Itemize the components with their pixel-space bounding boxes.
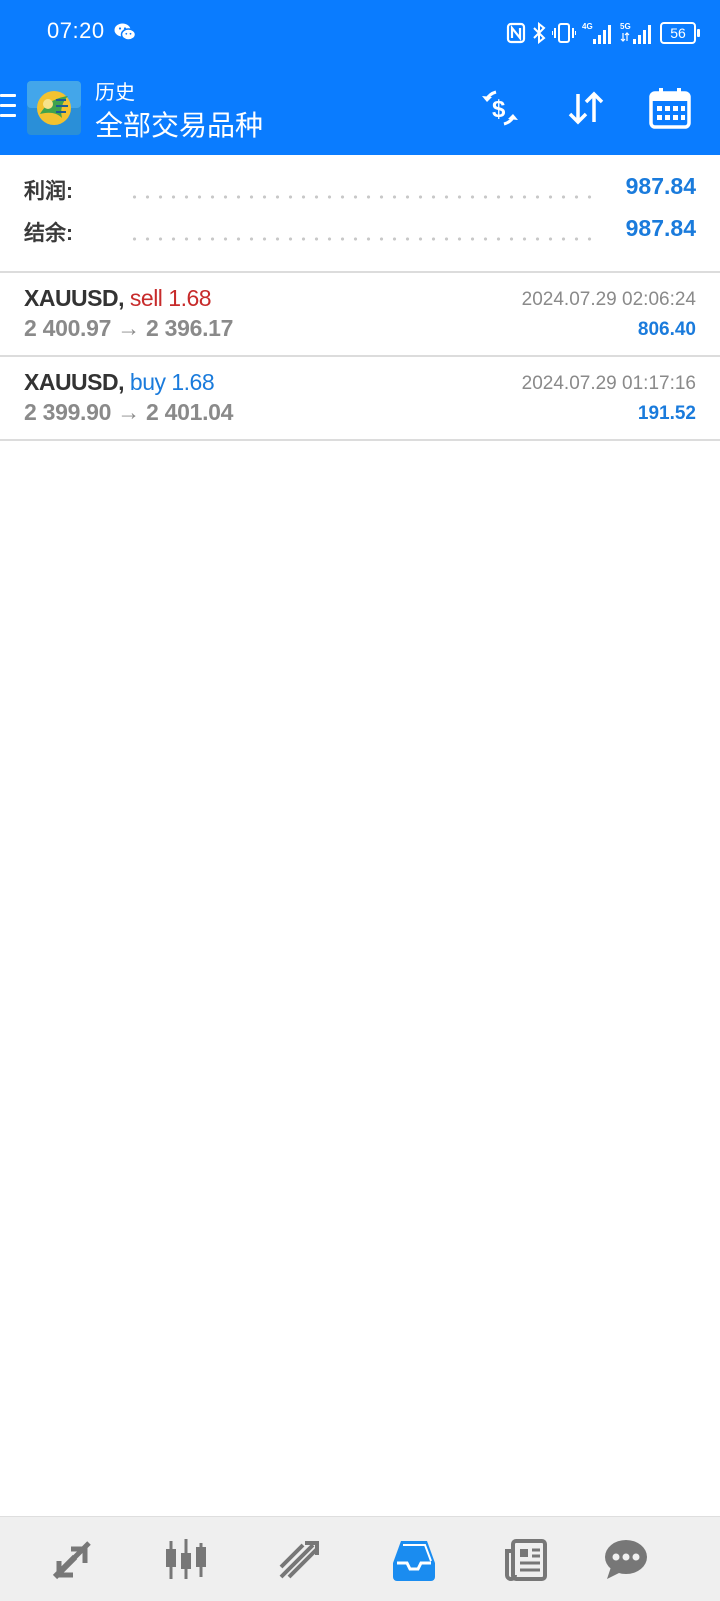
deal-row[interactable]: XAUUSD, buy 1.68 2 399.90 → 2 401.04 202… bbox=[0, 357, 720, 441]
deal-prices: 2 400.97 → 2 396.17 bbox=[24, 315, 234, 341]
deal-profit: 191.52 bbox=[637, 403, 696, 424]
deal-row[interactable]: XAUUSD, sell 1.68 2 400.97 → 2 396.17 20… bbox=[0, 273, 720, 357]
calendar-icon[interactable] bbox=[646, 84, 694, 132]
deal-side: buy 1.68 bbox=[129, 369, 215, 395]
app-bar: 历史 全部交易品种 $ bbox=[0, 66, 720, 155]
signal-4g-icon: 4G bbox=[582, 21, 614, 45]
chat-icon[interactable] bbox=[598, 1535, 654, 1585]
sort-icon[interactable] bbox=[562, 84, 610, 132]
balance-value: 987.84 bbox=[625, 215, 696, 241]
vibrate-icon bbox=[552, 22, 576, 44]
dotted-leader bbox=[128, 195, 600, 199]
deal-symbol-name: XAUUSD, bbox=[24, 285, 125, 311]
bluetooth-icon bbox=[532, 22, 546, 44]
deal-time: 2024.07.29 01:17:16 bbox=[521, 373, 696, 394]
header: 07:20 4G 5G 56 历史 全部交易品种 $ bbox=[0, 0, 720, 155]
news-icon[interactable] bbox=[498, 1535, 554, 1585]
signal-5g-icon: 5G bbox=[620, 21, 654, 45]
profit-label: 利润: bbox=[24, 180, 73, 203]
svg-text:$: $ bbox=[492, 96, 506, 123]
status-bar: 07:20 4G 5G 56 bbox=[0, 0, 720, 66]
deal-profit: 806.40 bbox=[637, 319, 696, 340]
deal-symbol: XAUUSD, buy 1.68 bbox=[24, 369, 215, 396]
page-subtitle: 历史 bbox=[95, 82, 135, 104]
balance-label: 结余: bbox=[24, 222, 73, 245]
dotted-leader bbox=[128, 237, 600, 241]
app-logo-icon bbox=[26, 80, 82, 136]
currency-exchange-icon[interactable]: $ bbox=[476, 84, 524, 132]
deal-symbol: XAUUSD, sell 1.68 bbox=[24, 285, 212, 312]
menu-icon[interactable] bbox=[0, 94, 18, 120]
nfc-icon bbox=[506, 22, 526, 44]
svg-text:5G: 5G bbox=[620, 22, 631, 31]
deal-prices: 2 399.90 → 2 401.04 bbox=[24, 399, 234, 425]
history-icon[interactable] bbox=[386, 1535, 442, 1585]
deal-symbol-name: XAUUSD, bbox=[24, 369, 125, 395]
status-time: 07:20 bbox=[47, 18, 105, 43]
svg-text:4G: 4G bbox=[582, 22, 593, 31]
chart-icon[interactable] bbox=[158, 1535, 214, 1585]
wechat-icon bbox=[114, 22, 137, 47]
profit-row: 利润: 987.84 bbox=[24, 173, 696, 215]
quotes-icon[interactable] bbox=[44, 1535, 100, 1585]
deal-side: sell 1.68 bbox=[129, 285, 212, 311]
bottom-nav bbox=[0, 1516, 720, 1601]
page-title[interactable]: 全部交易品种 bbox=[95, 104, 263, 144]
summary-panel: 利润: 987.84 结余: 987.84 bbox=[0, 155, 720, 273]
profit-value: 987.84 bbox=[625, 173, 696, 199]
balance-row: 结余: 987.84 bbox=[24, 215, 696, 257]
deal-time: 2024.07.29 02:06:24 bbox=[521, 289, 696, 310]
battery-icon: 56 bbox=[660, 22, 700, 44]
trade-icon[interactable] bbox=[272, 1535, 328, 1585]
